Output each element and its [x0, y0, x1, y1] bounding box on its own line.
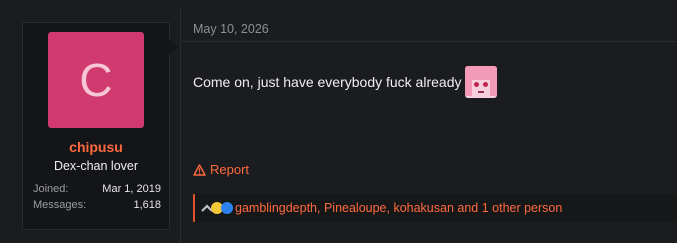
user-card: C chipusu Dex-chan lover Joined: Mar 1, … — [22, 22, 178, 230]
messages-value: 1,618 — [133, 199, 161, 211]
warning-triangle-icon — [193, 163, 206, 176]
post-main: May 10, 2026 Come on, just have everybod… — [180, 8, 677, 243]
avatar[interactable]: C — [48, 32, 144, 128]
messages-label: Messages: — [33, 199, 87, 211]
reaction-icons — [201, 202, 233, 214]
report-link[interactable]: Report — [193, 162, 249, 177]
anime-girl-emote-icon — [465, 66, 498, 98]
joined-value: Mar 1, 2019 — [102, 183, 161, 195]
reactions-bar[interactable]: gamblingdepth, Pinealoupe, kohakusan and… — [193, 194, 677, 222]
username-link[interactable]: chipusu — [23, 139, 169, 155]
post-body: Come on, just have everybody fuck alread… — [193, 66, 498, 98]
post-text: Come on, just have everybody fuck alread… — [193, 74, 462, 90]
avatar-letter: C — [79, 54, 113, 106]
post-date[interactable]: May 10, 2026 — [193, 22, 269, 36]
user-title: Dex-chan lover — [53, 159, 139, 173]
header-divider — [181, 41, 677, 42]
reactions-text[interactable]: gamblingdepth, Pinealoupe, kohakusan and… — [235, 201, 562, 215]
report-label: Report — [210, 162, 250, 177]
joined-stat: Joined: Mar 1, 2019 — [33, 183, 161, 195]
thumbs-up-icon — [221, 202, 233, 214]
messages-stat: Messages: 1,618 — [33, 199, 161, 211]
joined-label: Joined: — [33, 183, 69, 195]
forum-post: C chipusu Dex-chan lover Joined: Mar 1, … — [8, 8, 677, 243]
